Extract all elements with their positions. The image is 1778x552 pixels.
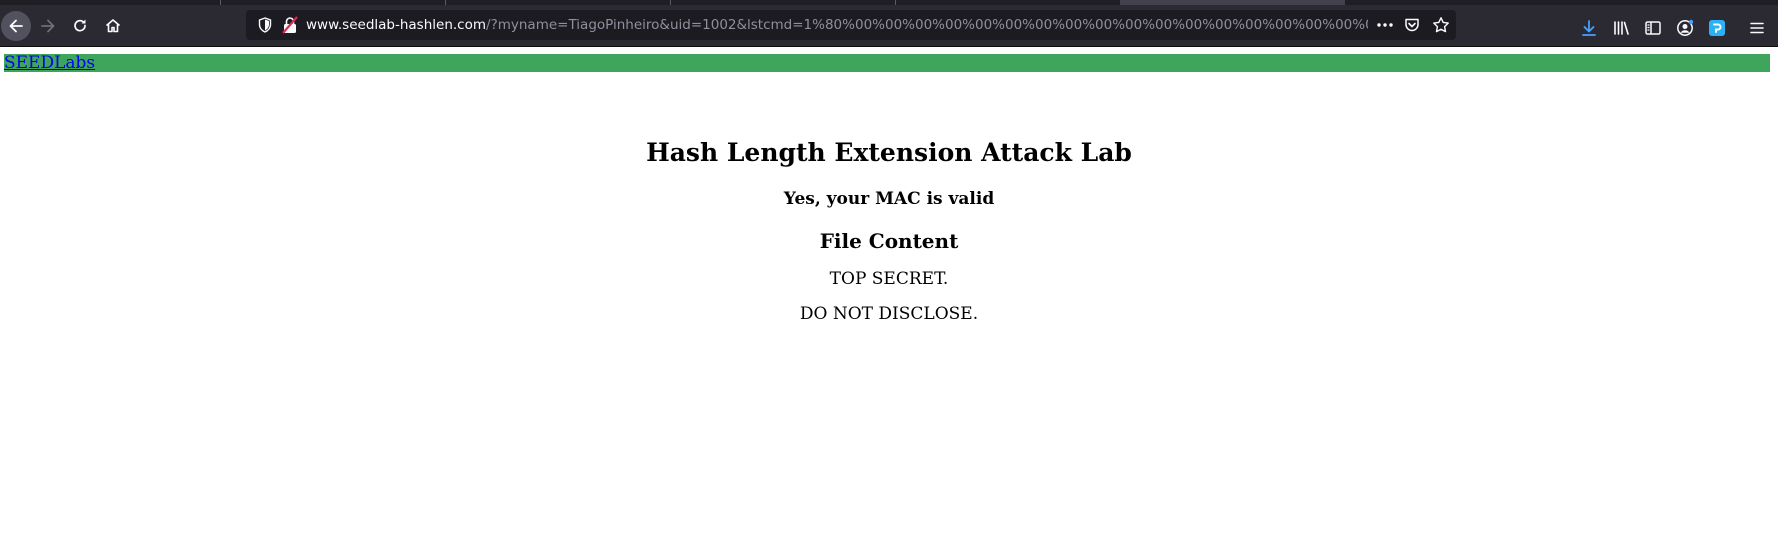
star-icon[interactable] — [1432, 16, 1450, 34]
sidebar-icon[interactable] — [1644, 19, 1662, 37]
reload-icon — [74, 19, 86, 32]
forward-icon — [41, 19, 55, 33]
home-icon — [105, 19, 121, 33]
file-content-line: DO NOT DISCLOSE. — [799, 304, 979, 324]
back-button[interactable] — [1, 11, 31, 41]
seedlabs-link[interactable]: SEEDLabs — [4, 53, 95, 73]
download-icon[interactable] — [1580, 19, 1598, 37]
shield-icon[interactable] — [258, 17, 272, 33]
pocket-icon[interactable] — [1404, 17, 1420, 33]
home-button[interactable] — [98, 11, 128, 41]
file-content-line: TOP SECRET. — [829, 269, 949, 289]
url-path: /?myname=TiagoPinheiro&uid=1002&lstcmd=1… — [486, 17, 1368, 33]
back-icon — [9, 19, 23, 33]
more-icon[interactable] — [1376, 17, 1394, 33]
library-icon[interactable] — [1612, 19, 1630, 37]
forward-button[interactable] — [33, 11, 63, 41]
page-title: Hash Length Extension Attack Lab — [646, 138, 1132, 167]
insecure-lock-icon[interactable] — [282, 16, 298, 34]
url-host: www.seedlab-hashlen.com — [306, 17, 487, 33]
url-text[interactable]: www.seedlab-hashlen.com/?myname=TiagoPin… — [306, 10, 1368, 40]
menu-icon[interactable] — [1748, 19, 1766, 37]
extension-icon[interactable] — [1708, 19, 1726, 37]
reload-button[interactable] — [65, 11, 95, 41]
seedlabs-nav-bar: SEEDLabs — [4, 53, 1770, 73]
account-icon[interactable] — [1676, 19, 1694, 37]
url-bar[interactable]: www.seedlab-hashlen.com/?myname=TiagoPin… — [246, 10, 1456, 40]
mac-status-message: Yes, your MAC is valid — [783, 189, 995, 209]
browser-toolbar: www.seedlab-hashlen.com/?myname=TiagoPin… — [0, 5, 1778, 47]
file-content-heading: File Content — [819, 229, 959, 253]
